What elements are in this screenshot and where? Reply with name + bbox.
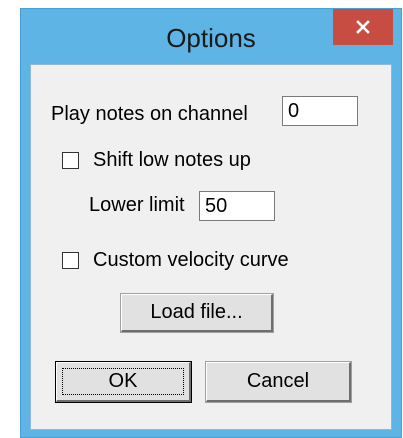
- close-button[interactable]: [333, 9, 393, 45]
- ok-button[interactable]: OK: [55, 361, 192, 403]
- shift-low-notes-checkbox[interactable]: [62, 152, 79, 169]
- channel-input[interactable]: [282, 96, 358, 126]
- lower-limit-label: Lower limit: [89, 194, 185, 216]
- close-icon: [356, 20, 370, 34]
- custom-velocity-label: Custom velocity curve: [93, 249, 289, 271]
- dialog-body: Play notes on channel Shift low notes up…: [30, 64, 392, 430]
- cancel-button-label: Cancel: [246, 370, 310, 392]
- cancel-button[interactable]: Cancel: [205, 361, 352, 403]
- custom-velocity-checkbox[interactable]: [62, 252, 79, 269]
- title-bar[interactable]: Options: [21, 9, 401, 64]
- lower-limit-input[interactable]: [199, 191, 275, 221]
- shift-low-notes-label: Shift low notes up: [93, 149, 251, 171]
- ok-button-label: OK: [108, 370, 138, 392]
- load-file-button[interactable]: Load file...: [120, 293, 274, 333]
- options-dialog: Options Play notes on channel Shift low …: [20, 8, 402, 438]
- channel-label: Play notes on channel: [51, 103, 248, 125]
- load-file-button-label: Load file...: [150, 301, 243, 323]
